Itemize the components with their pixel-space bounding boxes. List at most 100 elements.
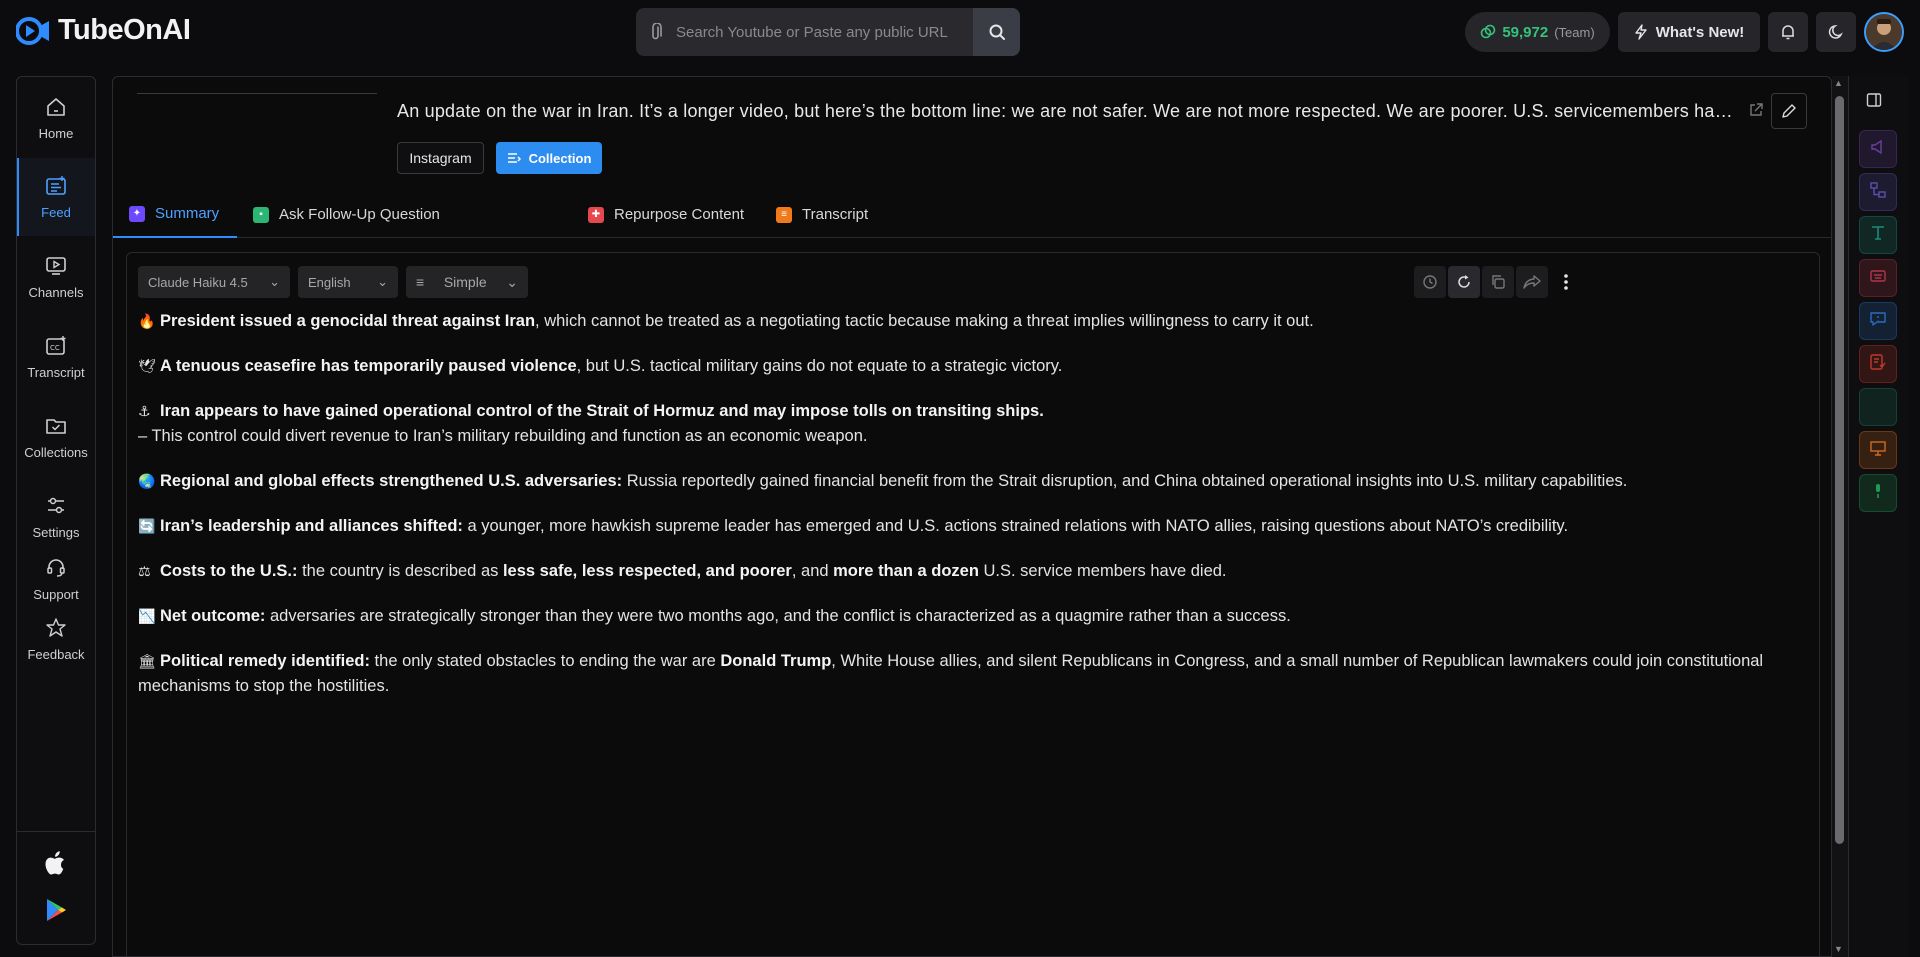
summary-item: ⚖ Costs to the U.S.: the country is descr… xyxy=(138,559,1814,584)
sidebar-divider xyxy=(17,831,95,832)
tab-ask-follow-up[interactable]: ▪ Ask Follow-Up Question xyxy=(237,191,440,238)
sidebar-item-channels[interactable]: Channels xyxy=(17,238,95,316)
sidebar-item-label: Channels xyxy=(28,284,84,300)
support-icon xyxy=(47,558,65,577)
whats-new-label: What's New! xyxy=(1655,23,1745,41)
paperclip-icon[interactable] xyxy=(636,23,676,41)
google-play-icon[interactable] xyxy=(41,895,71,925)
scrollbar-thumb[interactable] xyxy=(1835,96,1844,844)
channels-icon xyxy=(46,256,66,275)
collections-icon xyxy=(46,418,66,434)
theme-toggle-button[interactable] xyxy=(1816,12,1856,52)
presentation-icon xyxy=(1869,439,1887,462)
rail-tool-presentation-button[interactable] xyxy=(1859,431,1897,469)
sidebar-item-label: Support xyxy=(33,586,79,602)
copy-icon xyxy=(1492,275,1505,289)
collection-label: Collection xyxy=(528,150,592,166)
quiz-icon xyxy=(1869,353,1887,376)
whats-new-button[interactable]: What's New! xyxy=(1618,12,1760,52)
capitol-emoji: 🏛 xyxy=(138,653,156,669)
anchor-emoji: ⚓ xyxy=(138,403,151,419)
transcript-icon: CC xyxy=(46,335,66,355)
scroll-up-arrow[interactable]: ▲ xyxy=(1834,78,1843,88)
fire-emoji: 🔥 xyxy=(138,313,156,329)
left-sidebar: Home Feed Channels CC Transcript Collect… xyxy=(16,76,96,945)
tab-summary[interactable]: ✦ Summary xyxy=(113,191,237,238)
feed-icon xyxy=(46,175,66,195)
history-icon xyxy=(1423,275,1437,289)
summary-item: 🔥 President issued a genocidal threat aga… xyxy=(138,309,1814,334)
language-select[interactable]: English ⌄ xyxy=(298,266,398,298)
sidebar-item-label: Feed xyxy=(41,204,71,220)
settings-icon xyxy=(48,497,64,513)
chevron-down-icon: ⌄ xyxy=(269,274,280,289)
share-icon xyxy=(1523,275,1541,289)
transcript-tab-icon: ≡ xyxy=(776,206,792,223)
lines-icon: ≡ xyxy=(416,274,425,290)
svg-text:CC: CC xyxy=(50,344,60,352)
more-options-button[interactable] xyxy=(1550,266,1582,298)
credits-badge[interactable]: 59,972 (Team) xyxy=(1465,12,1610,52)
top-bar: TubeOnAI 59,972 (Team) What's New! xyxy=(0,0,1920,64)
rail-tool-text-format-button[interactable] xyxy=(1859,216,1897,254)
search-bar xyxy=(636,8,1020,56)
brand-logo[interactable]: TubeOnAI xyxy=(14,14,191,47)
tab-repurpose-content[interactable]: ✚ Repurpose Content xyxy=(572,191,744,238)
regenerate-button[interactable] xyxy=(1448,266,1480,298)
style-value: Simple xyxy=(443,274,487,290)
model-select[interactable]: Claude Haiku 4.5 ⌄ xyxy=(138,266,290,298)
history-button[interactable] xyxy=(1414,266,1446,298)
main-panel: An update on the war in Iran. It’s a lon… xyxy=(112,76,1832,957)
sidebar-item-transcript[interactable]: CC Transcript xyxy=(17,318,95,396)
rail-tool-chat-button[interactable] xyxy=(1859,302,1897,340)
external-link-icon[interactable] xyxy=(1749,103,1763,122)
apple-icon[interactable] xyxy=(41,849,71,879)
chat-icon: ▪ xyxy=(253,206,269,223)
flowchart-icon xyxy=(1869,181,1887,204)
rail-tool-keyboard-button[interactable] xyxy=(1859,259,1897,297)
lightning-icon xyxy=(1635,24,1647,40)
scroll-down-arrow[interactable]: ▼ xyxy=(1834,944,1843,954)
rail-tool-microphone-button[interactable] xyxy=(1859,474,1897,512)
sidebar-item-collections[interactable]: Collections xyxy=(17,398,95,476)
repurpose-icon: ✚ xyxy=(588,206,604,223)
rail-tool-quiz-button[interactable] xyxy=(1859,345,1897,383)
user-avatar[interactable] xyxy=(1864,12,1904,52)
search-input[interactable] xyxy=(676,23,973,41)
text-format-icon xyxy=(1869,224,1887,247)
style-select[interactable]: ≡ Simple ⌄ xyxy=(406,266,528,298)
summary-card: Claude Haiku 4.5 ⌄ English ⌄ ≡ Simple ⌄ xyxy=(126,252,1820,956)
rail-tool-flowchart-button[interactable] xyxy=(1859,173,1897,211)
summary-item: 🔄 Iran’s leadership and alliances shifted… xyxy=(138,514,1814,539)
rail-tool-blank-card-button[interactable] xyxy=(1859,388,1897,426)
rail-tool-megaphone-button[interactable] xyxy=(1859,130,1897,168)
source-chip[interactable]: Instagram xyxy=(397,142,484,174)
sidebar-item-home[interactable]: Home xyxy=(17,79,95,157)
sidebar-item-feed[interactable]: Feed xyxy=(17,158,95,236)
share-button[interactable] xyxy=(1516,266,1548,298)
dove-emoji: 🕊 xyxy=(138,358,156,374)
video-title: An update on the war in Iran. It’s a lon… xyxy=(397,101,1737,121)
copy-button[interactable] xyxy=(1482,266,1514,298)
sidebar-item-feedback[interactable]: Feedback xyxy=(17,604,95,674)
search-button[interactable] xyxy=(973,8,1020,56)
summary-item: 🏛 Political remedy identified: the only s… xyxy=(138,649,1814,699)
content-tabs: ✦ Summary ▪ Ask Follow-Up Question ✚ Rep… xyxy=(113,191,1831,238)
language-value: English xyxy=(308,274,351,290)
tab-label: Summary xyxy=(155,205,220,222)
blank-card-icon xyxy=(1869,396,1887,419)
collection-button[interactable]: Collection xyxy=(496,142,602,174)
edit-button[interactable] xyxy=(1771,93,1807,129)
keyboard-icon xyxy=(1869,267,1887,290)
scales-emoji: ⚖ xyxy=(138,563,151,579)
credits-plan: (Team) xyxy=(1554,24,1595,40)
tab-label: Transcript xyxy=(802,206,869,223)
credits-value: 59,972 xyxy=(1502,23,1549,41)
tab-transcript[interactable]: ≡ Transcript xyxy=(760,191,868,238)
notifications-button[interactable] xyxy=(1768,12,1808,52)
sidebar-item-label: Transcript xyxy=(27,364,85,380)
sidebar-toggle-icon[interactable] xyxy=(1866,92,1882,113)
moon-icon xyxy=(1828,24,1843,39)
logo-icon xyxy=(14,15,52,47)
tab-label: Ask Follow-Up Question xyxy=(279,206,440,223)
